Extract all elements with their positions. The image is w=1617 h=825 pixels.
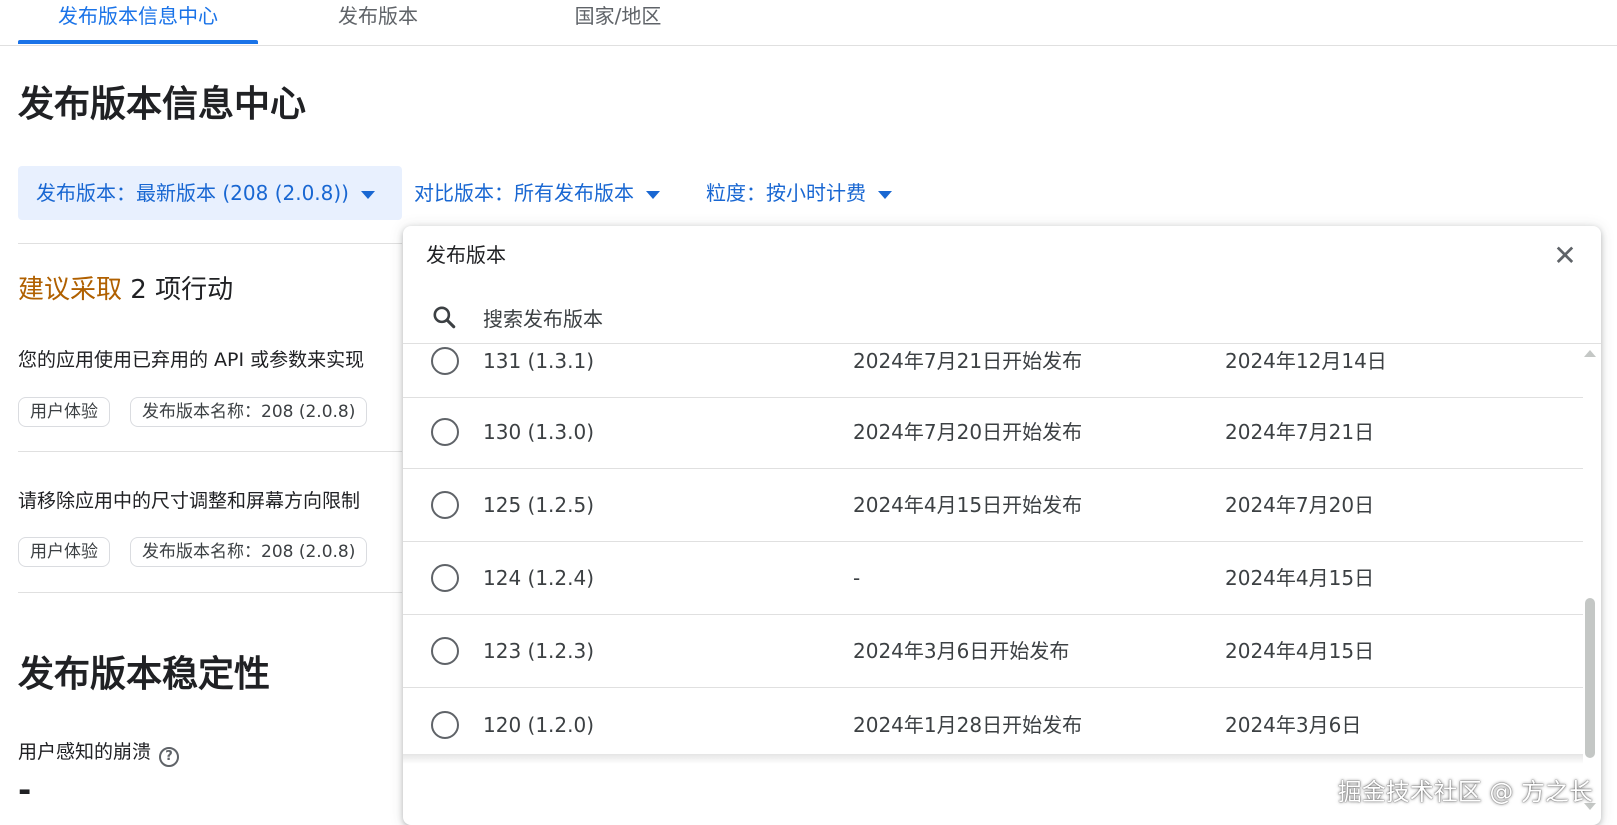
scroll-thumb[interactable]	[1585, 598, 1595, 758]
tag-chip: 发布版本名称：208 (2.0.8)	[130, 537, 368, 567]
tab-release-dashboard[interactable]: 发布版本信息中心	[18, 0, 258, 46]
active-tab-indicator	[18, 40, 258, 44]
recommendations-heading: 建议采取 2 项行动	[18, 272, 233, 308]
release-option[interactable]: 131 (1.3.1) 2024年7月21日开始发布 2024年12月14日	[403, 345, 1583, 398]
release-end: 2024年7月21日	[1225, 420, 1375, 444]
divider	[18, 451, 402, 452]
release-version: 123 (1.2.3)	[483, 639, 595, 663]
help-icon[interactable]: ?	[159, 747, 180, 767]
radio-icon[interactable]	[431, 347, 459, 375]
crash-label-text: 用户感知的崩溃	[18, 741, 152, 763]
search-icon	[433, 306, 456, 329]
tab-label: 发布版本信息中心	[58, 4, 218, 28]
release-version: 124 (1.2.4)	[483, 566, 595, 590]
release-end: 2024年4月15日	[1225, 566, 1375, 590]
release-start: 2024年1月28日开始发布	[853, 712, 1083, 737]
recommendations-count: 2 项行动	[122, 275, 234, 305]
release-end: 2024年3月6日	[1225, 712, 1362, 737]
tag-chip: 用户体验	[18, 397, 110, 427]
close-icon[interactable]: ✕	[1551, 242, 1579, 270]
release-filter-dropdown[interactable]: 发布版本：最新版本 (208 (2.0.8))	[18, 166, 402, 220]
release-end: 2024年4月15日	[1225, 639, 1375, 663]
release-option[interactable]: 125 (1.2.5) 2024年4月15日开始发布 2024年7月20日	[403, 469, 1583, 542]
divider	[18, 592, 402, 593]
release-option[interactable]: 130 (1.3.0) 2024年7月20日开始发布 2024年7月21日	[403, 396, 1583, 469]
release-filter-label: 发布版本：最新版本 (208 (2.0.8))	[36, 181, 349, 205]
release-start: 2024年7月21日开始发布	[853, 349, 1083, 373]
release-version: 130 (1.3.0)	[483, 420, 595, 444]
tab-label: 国家/地区	[574, 4, 662, 28]
release-end: 2024年7月20日	[1225, 493, 1375, 517]
caret-down-icon	[646, 190, 660, 199]
release-start: 2024年3月6日开始发布	[853, 639, 1070, 663]
release-option[interactable]: 123 (1.2.3) 2024年3月6日开始发布 2024年4月15日	[403, 615, 1583, 688]
recommendations-highlight: 建议采取	[18, 275, 123, 305]
release-selector-panel: 发布版本 ✕ 131 (1.3.1) 2024年7月21日开始发布 2024年1…	[403, 226, 1601, 825]
granularity-filter-dropdown[interactable]: 粒度：按小时计费	[706, 166, 892, 220]
radio-icon[interactable]	[431, 637, 459, 665]
divider	[18, 243, 402, 244]
release-end: 2024年12月14日	[1225, 349, 1387, 373]
release-start: 2024年4月15日开始发布	[853, 493, 1083, 517]
radio-icon[interactable]	[431, 564, 459, 592]
release-search-input[interactable]	[483, 302, 1183, 336]
release-list: 131 (1.3.1) 2024年7月21日开始发布 2024年12月14日 1…	[403, 345, 1583, 800]
compare-filter-dropdown[interactable]: 对比版本：所有发布版本	[414, 166, 660, 220]
tag-chip: 发布版本名称：208 (2.0.8)	[130, 397, 368, 427]
radio-icon[interactable]	[431, 491, 459, 519]
release-start: -	[853, 566, 861, 590]
search-bar	[403, 294, 1601, 344]
stability-section-title: 发布版本稳定性	[18, 654, 271, 695]
tag-chip: 用户体验	[18, 537, 110, 567]
user-perceived-crash-label: 用户感知的崩溃?	[18, 738, 180, 767]
granularity-filter-label: 粒度：按小时计费	[706, 181, 866, 205]
page-title: 发布版本信息中心	[18, 84, 307, 125]
release-version: 120 (1.2.0)	[483, 712, 595, 737]
recommendation-item-deprecated-api[interactable]: 您的应用使用已弃用的 API 或参数来实现	[18, 346, 402, 374]
release-option[interactable]: 120 (1.2.0) 2024年1月28日开始发布 2024年3月6日	[403, 688, 1583, 761]
tab-releases[interactable]: 发布版本	[318, 0, 438, 46]
tab-bar: 发布版本信息中心 发布版本 国家/地区	[0, 0, 1617, 46]
recommendation-item-resize-restrictions[interactable]: 请移除应用中的尺寸调整和屏幕方向限制	[18, 487, 402, 515]
release-version: 125 (1.2.5)	[483, 493, 595, 517]
caret-down-icon	[878, 190, 892, 199]
release-start: 2024年7月20日开始发布	[853, 420, 1083, 444]
crash-value: -	[18, 771, 32, 809]
watermark: 掘金技术社区 @ 方之长	[1337, 778, 1593, 806]
release-option[interactable]: 124 (1.2.4) - 2024年4月15日	[403, 542, 1583, 615]
panel-title: 发布版本	[426, 243, 506, 267]
panel-footer-shadow	[403, 754, 1583, 764]
radio-icon[interactable]	[431, 710, 459, 739]
scroll-up-icon[interactable]	[1584, 350, 1596, 357]
release-version: 131 (1.3.1)	[483, 349, 595, 373]
radio-icon[interactable]	[431, 418, 459, 446]
release-list-scrollbar[interactable]	[1583, 350, 1597, 810]
caret-down-icon	[361, 190, 375, 199]
tab-label: 发布版本	[338, 4, 418, 28]
tab-countries[interactable]: 国家/地区	[558, 0, 678, 46]
compare-filter-label: 对比版本：所有发布版本	[414, 181, 634, 205]
